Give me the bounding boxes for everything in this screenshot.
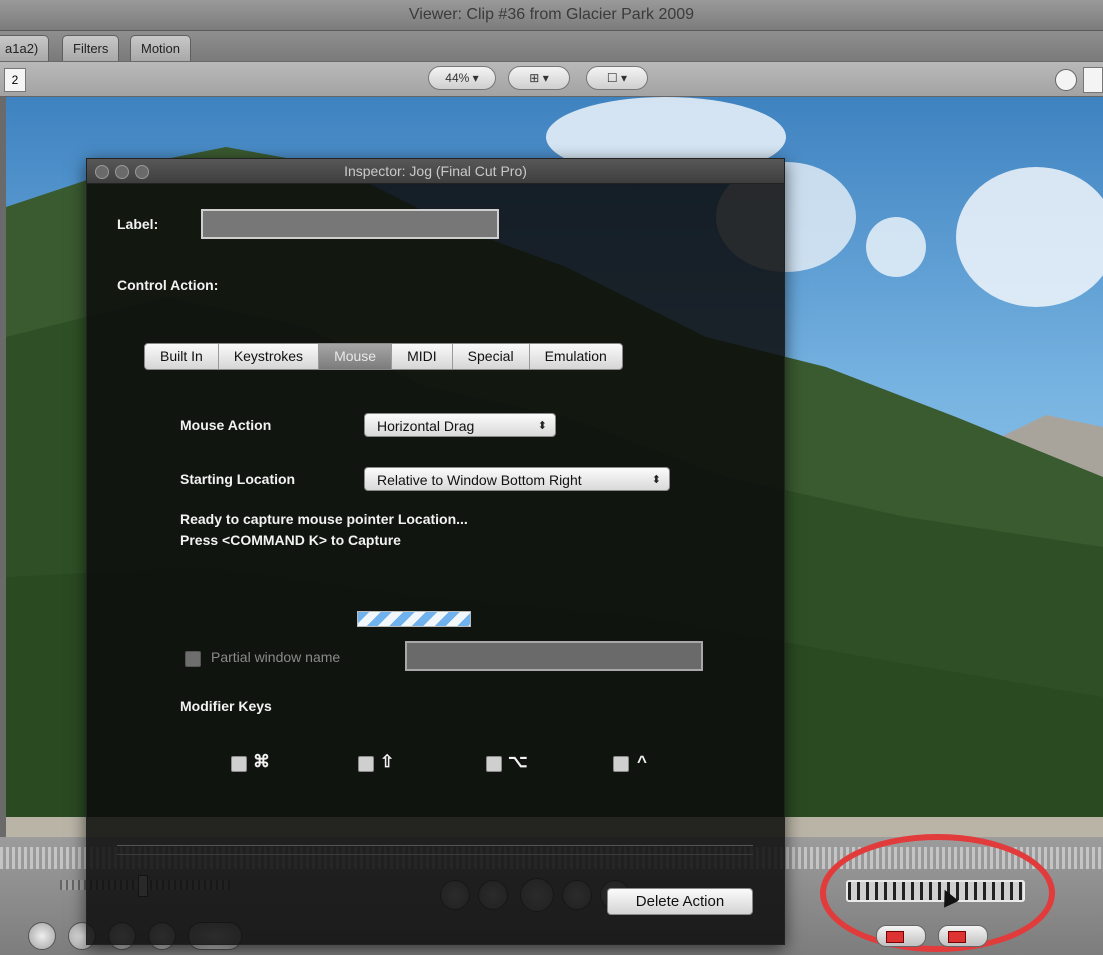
minimize-icon[interactable] — [115, 165, 129, 179]
close-icon[interactable] — [95, 165, 109, 179]
tab-special[interactable]: Special — [453, 344, 530, 369]
mouse-action-select[interactable]: Horizontal Drag ⬍ — [364, 413, 556, 437]
capture-progress-bar — [357, 611, 471, 627]
partial-window-caption: Partial window name — [211, 649, 341, 665]
capture-instruction-line2: Press <COMMAND K> to Capture — [180, 532, 401, 548]
zoom-window-icon[interactable] — [135, 165, 149, 179]
capture-instruction-line1: Ready to capture mouse pointer Location.… — [180, 511, 468, 527]
popup-arrows-icon: ⬍ — [651, 474, 661, 486]
chevron-down-icon: ▾ — [621, 71, 628, 85]
zoom-popup[interactable]: 44% ▾ — [428, 66, 496, 90]
marker-popup-button[interactable] — [938, 925, 988, 947]
control-key-checkbox[interactable] — [613, 756, 629, 772]
action-type-tabs: Built In Keystrokes Mouse MIDI Special E… — [144, 343, 623, 370]
starting-location-select[interactable]: Relative to Window Bottom Right ⬍ — [364, 467, 670, 491]
chevron-down-icon: ▾ — [542, 71, 549, 85]
option-key-checkbox[interactable] — [486, 756, 502, 772]
view-mode-icon: ⊞ — [529, 71, 540, 85]
tab-filters[interactable]: Filters — [62, 35, 120, 61]
timecode-field[interactable]: 2 — [4, 68, 26, 92]
chevron-down-icon: ▾ — [472, 71, 479, 85]
starting-location-value: Relative to Window Bottom Right — [377, 472, 582, 488]
viewer-toolbar: 2 44% ▾ ⊞ ▾ ☐ ▾ — [0, 62, 1103, 97]
tab-emulation[interactable]: Emulation — [530, 344, 622, 369]
modifier-keys-caption: Modifier Keys — [180, 698, 272, 714]
shift-key-checkbox[interactable] — [358, 756, 374, 772]
overwrite-popup-button[interactable] — [876, 925, 926, 947]
partial-window-input[interactable] — [405, 641, 703, 671]
control-key-icon: ^ — [637, 752, 647, 771]
popup-arrows-icon: ⬍ — [537, 420, 547, 432]
toolbar-right-control[interactable] — [1083, 67, 1103, 93]
tab-mouse[interactable]: Mouse — [319, 344, 393, 369]
inspector-title-bar: Inspector: Jog (Final Cut Pro) — [87, 159, 784, 184]
overlay-popup[interactable]: ☐ ▾ — [586, 66, 648, 90]
tab-built-in[interactable]: Built In — [145, 344, 219, 369]
viewer-window-title: Viewer: Clip #36 from Glacier Park 2009 — [0, 0, 1103, 31]
tab-video[interactable]: a1a2) — [0, 35, 50, 61]
tab-motion[interactable]: Motion — [130, 35, 192, 61]
delete-action-button[interactable]: Delete Action — [607, 888, 753, 915]
label-caption: Label: — [117, 216, 159, 232]
starting-location-caption: Starting Location — [180, 471, 296, 487]
label-input[interactable] — [201, 209, 499, 239]
mouse-action-caption: Mouse Action — [180, 417, 272, 433]
overlay-icon: ☐ — [606, 71, 618, 85]
mouse-action-value: Horizontal Drag — [377, 418, 475, 434]
partial-window-checkbox[interactable] — [185, 651, 201, 667]
tab-keystrokes[interactable]: Keystrokes — [219, 344, 320, 369]
view-popup[interactable]: ⊞ ▾ — [508, 66, 570, 90]
zoom-value: 44% — [445, 71, 470, 85]
viewer-tab-bar: a1a2) Filters Motion — [0, 31, 1103, 61]
tab-midi[interactable]: MIDI — [392, 344, 453, 369]
divider — [117, 845, 753, 855]
control-action-caption: Control Action: — [117, 277, 219, 293]
command-key-icon: ⌘ — [253, 752, 270, 771]
option-key-icon: ⌥ — [508, 752, 528, 771]
match-frame-button[interactable] — [28, 922, 56, 950]
command-key-checkbox[interactable] — [231, 756, 247, 772]
inspector-panel: Inspector: Jog (Final Cut Pro) Label: Co… — [86, 158, 785, 945]
playhead-sync-icon[interactable] — [1055, 69, 1077, 91]
inspector-title: Inspector: Jog (Final Cut Pro) — [344, 163, 527, 179]
shift-key-icon: ⇧ — [380, 752, 395, 771]
